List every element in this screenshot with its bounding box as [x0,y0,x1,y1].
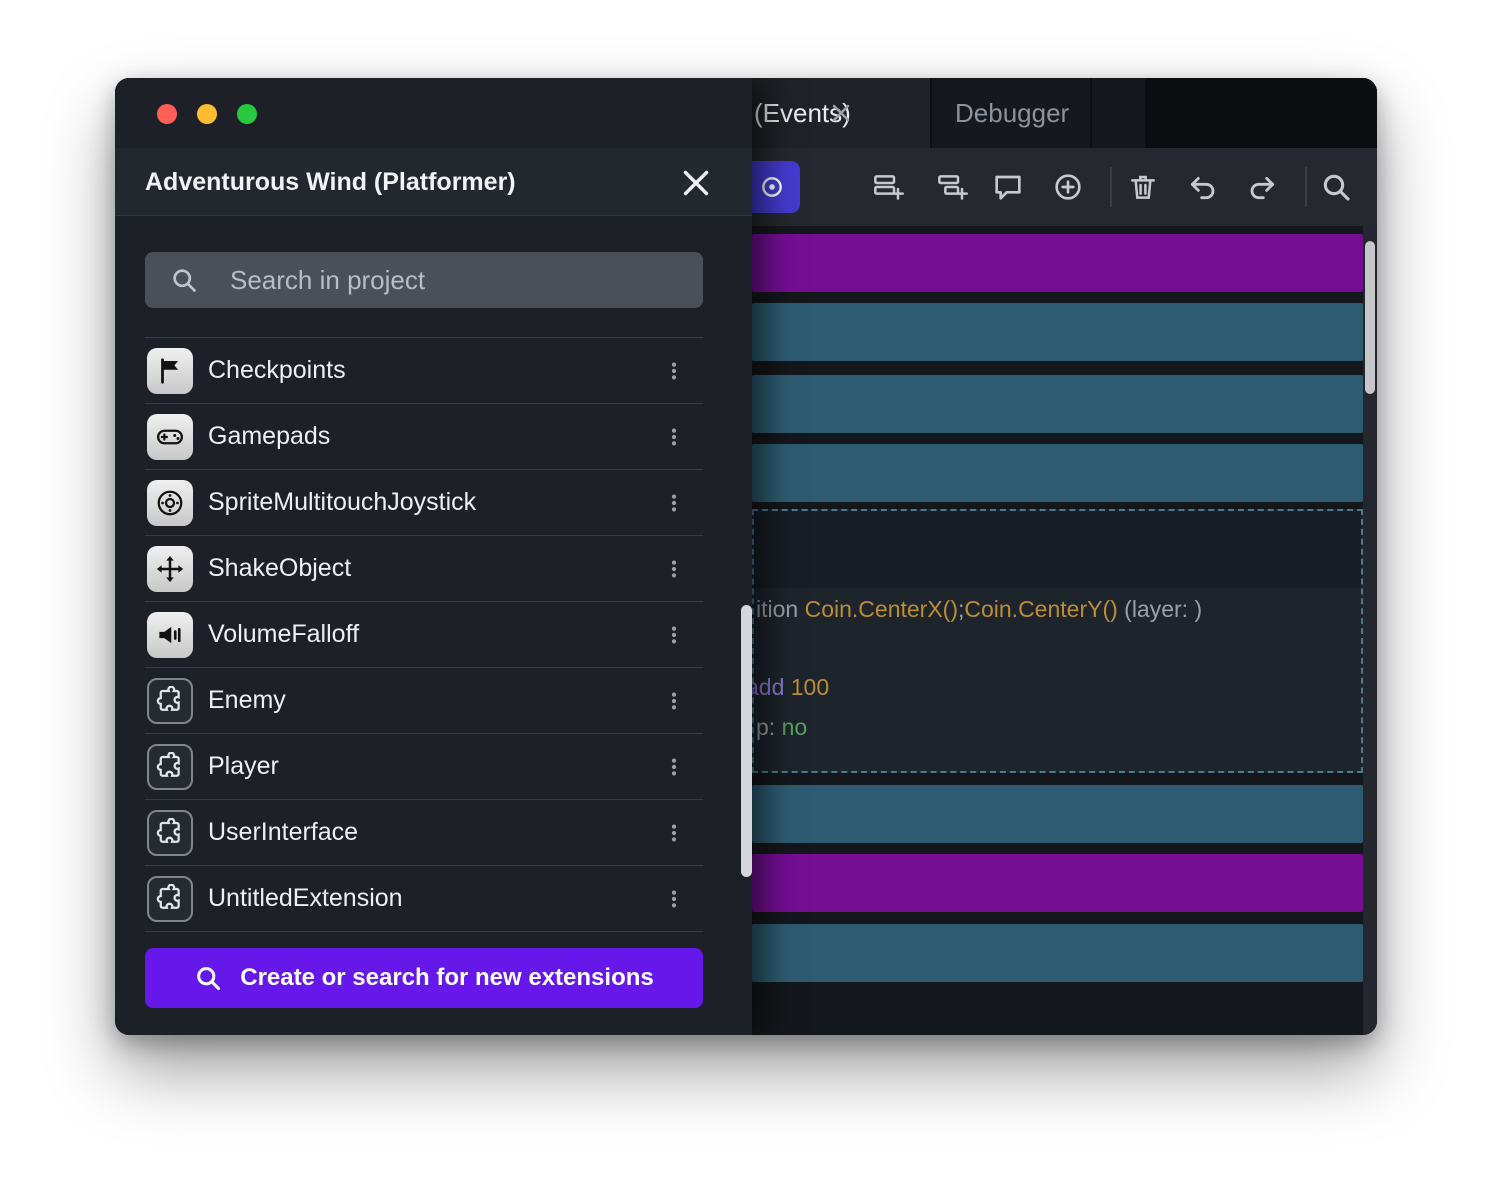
event-row[interactable] [752,444,1363,502]
tab-debugger-label: Debugger [955,78,1069,148]
event-row[interactable] [752,924,1363,982]
list-item[interactable]: UntitledExtension [145,866,703,932]
event-row[interactable] [752,234,1363,292]
add-event-icon[interactable] [872,171,904,203]
list-item-label: UserInterface [208,818,358,847]
puzzle-icon [147,744,193,790]
item-menu-button[interactable] [657,882,691,916]
item-menu-button[interactable] [657,750,691,784]
extension-list: Checkpoints Gamepads SpriteMultitouchJ [145,337,703,932]
search-icon [194,964,222,992]
events-sheet: ition Coin.CenterX();Coin.CenterY() (lay… [752,226,1377,1035]
window-close-button[interactable] [157,104,177,124]
list-item-label: VolumeFalloff [208,620,359,649]
list-item-label: Gamepads [208,422,330,451]
item-menu-button[interactable] [657,486,691,520]
add-sub-event-icon[interactable] [936,171,968,203]
list-item-label: ShakeObject [208,554,351,583]
item-menu-button[interactable] [657,420,691,454]
panel-header: Adventurous Wind (Platformer) [115,148,752,216]
flag-label: p: [756,714,782,740]
close-icon[interactable] [678,165,714,201]
event-row[interactable] [752,854,1363,912]
selected-event-block[interactable]: ition Coin.CenterX();Coin.CenterY() (lay… [752,509,1363,773]
puzzle-icon [147,810,193,856]
list-item-label: SpriteMultitouchJoystick [208,488,476,517]
flag-value: no [782,714,808,740]
event-variable-text: add 100 [746,673,829,701]
expression-y: Coin.CenterY() [964,596,1117,622]
window-zoom-button[interactable] [237,104,257,124]
list-item[interactable]: Enemy [145,668,703,734]
action-prefix: ition [756,596,805,622]
undo-icon[interactable] [1187,171,1219,203]
list-item-label: UntitledExtension [208,884,403,913]
joystick-icon [147,480,193,526]
app-window: (Events) Debugger [115,78,1377,1035]
variable-value: 100 [791,674,829,700]
puzzle-icon [147,876,193,922]
events-scrollbar-thumb[interactable] [1365,241,1375,394]
events-editor: (Events) Debugger [752,78,1377,1035]
event-row[interactable] [752,785,1363,843]
list-item-label: Player [208,752,279,781]
search-input[interactable] [145,252,703,308]
item-menu-button[interactable] [657,684,691,718]
event-action-text: ition Coin.CenterX();Coin.CenterY() (lay… [756,595,1202,623]
event-row[interactable] [752,375,1363,433]
list-item[interactable]: SpriteMultitouchJoystick [145,470,703,536]
tab-divider [1090,78,1092,148]
list-item[interactable]: VolumeFalloff [145,602,703,668]
trash-icon[interactable] [1127,171,1159,203]
tab-bar: (Events) Debugger [752,78,1377,148]
move-icon [147,546,193,592]
list-item[interactable]: Checkpoints [145,338,703,404]
list-item-label: Checkpoints [208,356,346,385]
item-menu-button[interactable] [657,816,691,850]
tab-close-icon[interactable] [827,99,855,127]
tab-debugger[interactable]: Debugger [932,78,1090,148]
add-comment-icon[interactable] [992,171,1024,203]
create-extensions-button[interactable]: Create or search for new extensions [145,948,703,1008]
panel-scrollbar-thumb[interactable] [741,605,752,877]
search-icon[interactable] [1320,171,1352,203]
toolbar-divider [1110,167,1112,207]
add-element-icon[interactable] [1052,171,1084,203]
events-scrollbar-track[interactable] [1363,226,1377,1035]
item-menu-button[interactable] [657,552,691,586]
event-condition-area[interactable] [754,511,1361,588]
event-row[interactable] [752,303,1363,361]
redo-icon[interactable] [1246,171,1278,203]
create-extensions-label: Create or search for new extensions [240,964,653,992]
item-menu-button[interactable] [657,618,691,652]
panel-title: Adventurous Wind (Platformer) [145,148,516,216]
project-search-box[interactable] [145,252,703,308]
event-flag-text: p: no [756,713,807,741]
expression-x: Coin.CenterX() [805,596,958,622]
item-menu-button[interactable] [657,354,691,388]
list-item[interactable]: Player [145,734,703,800]
variable-operator: add [746,674,791,700]
list-item[interactable]: ShakeObject [145,536,703,602]
events-toolbar [752,148,1377,226]
list-item-label: Enemy [208,686,286,715]
speaker-icon [147,612,193,658]
project-manager-panel: Adventurous Wind (Platformer) Checkpoint… [115,78,752,1035]
list-item[interactable]: Gamepads [145,404,703,470]
window-minimize-button[interactable] [197,104,217,124]
toolbar-divider [1305,167,1307,207]
gamepad-icon [147,414,193,460]
flag-icon [147,348,193,394]
tab-actions-cluster [1145,78,1377,148]
action-suffix: (layer: ) [1118,596,1202,622]
list-item[interactable]: UserInterface [145,800,703,866]
puzzle-icon [147,678,193,724]
